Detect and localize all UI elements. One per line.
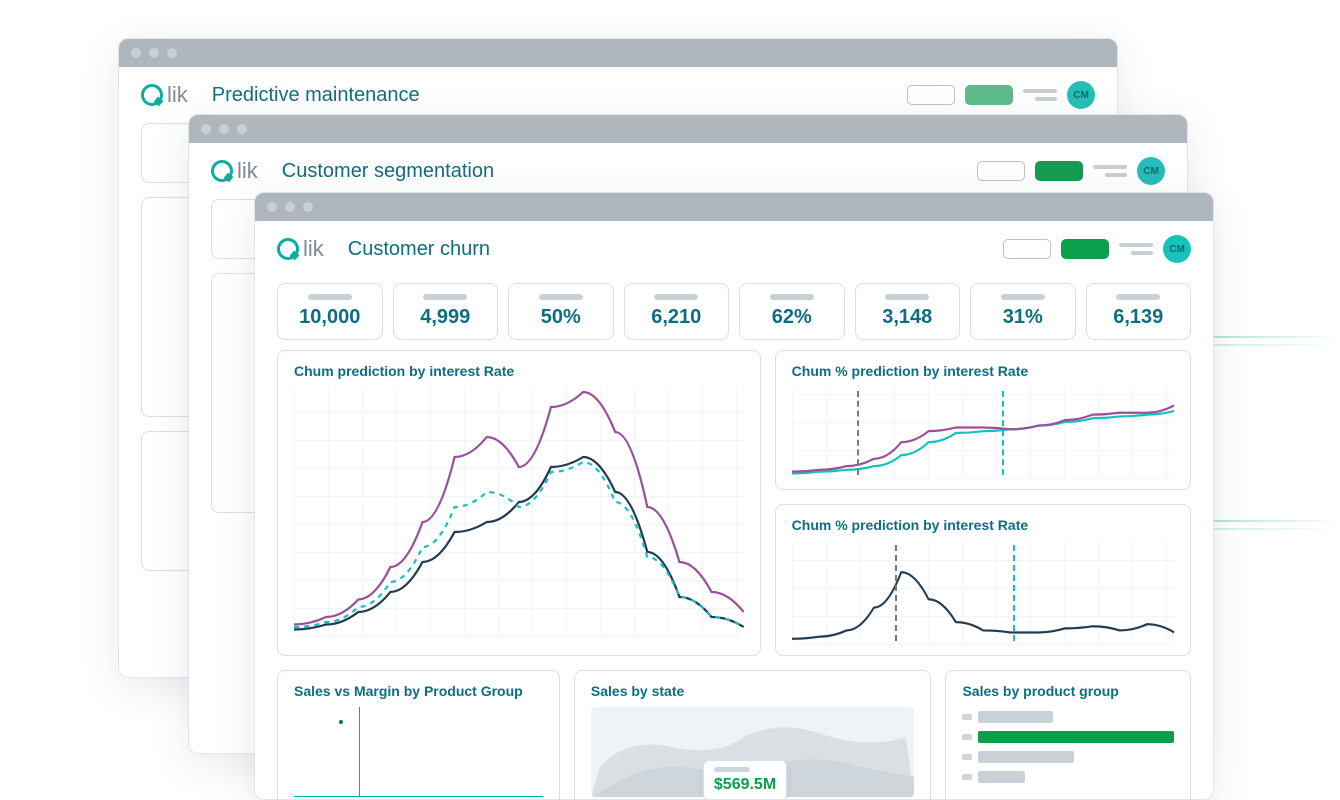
- kpi-value: 31%: [971, 306, 1075, 329]
- bar-row: [962, 771, 1174, 783]
- header-button-primary[interactable]: [1035, 161, 1083, 181]
- panel-sales-by-state[interactable]: Sales by state $569.5M: [574, 670, 932, 800]
- panel-churn-pct-1[interactable]: Chum % prediction by interest Rate: [775, 350, 1191, 490]
- qlik-logo: lik: [277, 236, 324, 262]
- kpi-tile[interactable]: 4,999: [393, 283, 499, 340]
- avatar-initials: CM: [1169, 244, 1185, 255]
- map-tooltip: $569.5M: [703, 760, 787, 800]
- avatar-initials: CM: [1073, 90, 1089, 101]
- bar-row: [962, 731, 1174, 743]
- panel-title: Sales vs Margin by Product Group: [294, 683, 543, 699]
- panel-sales-vs-margin[interactable]: Sales vs Margin by Product Group: [277, 670, 560, 800]
- qlik-logo: lik: [211, 158, 258, 184]
- reference-line: [1002, 391, 1004, 475]
- avatar[interactable]: CM: [1067, 81, 1095, 109]
- header-button-primary[interactable]: [965, 85, 1013, 105]
- kpi-tile[interactable]: 31%: [970, 283, 1076, 340]
- kpi-label-placeholder: [654, 294, 698, 300]
- header-controls: CM: [977, 157, 1165, 185]
- chart-churn-pct-2: [792, 541, 1174, 645]
- header-button-primary[interactable]: [1061, 239, 1109, 259]
- chart-sales-product-group: [962, 707, 1174, 783]
- panel-title: Chum % prediction by interest Rate: [792, 517, 1174, 533]
- traffic-dot-icon: [303, 202, 313, 212]
- kpi-value: 4,999: [394, 306, 498, 329]
- chart-churn-pct-1: [792, 387, 1174, 479]
- header-lines-icon: [1023, 89, 1057, 101]
- kpi-tile[interactable]: 3,148: [855, 283, 961, 340]
- window-titlebar: [189, 115, 1187, 143]
- panel-title: Chum % prediction by interest Rate: [792, 363, 1174, 379]
- page-title: Customer churn: [348, 238, 490, 261]
- bar-row: [962, 751, 1174, 763]
- reference-line: [857, 391, 859, 475]
- traffic-dot-icon: [131, 48, 141, 58]
- header-lines-icon: [1093, 165, 1127, 177]
- traffic-dot-icon: [219, 124, 229, 134]
- avatar[interactable]: CM: [1163, 235, 1191, 263]
- avatar[interactable]: CM: [1137, 157, 1165, 185]
- header-button-outline[interactable]: [977, 161, 1025, 181]
- reference-line: [1013, 545, 1015, 641]
- panel-title: Sales by state: [591, 683, 915, 699]
- kpi-tile[interactable]: 6,139: [1086, 283, 1192, 340]
- q-mark-icon: [211, 160, 233, 182]
- kpi-label-placeholder: [308, 294, 352, 300]
- q-mark-icon: [277, 238, 299, 260]
- kpi-tile[interactable]: 6,210: [624, 283, 730, 340]
- kpi-label-placeholder: [539, 294, 583, 300]
- traffic-dot-icon: [237, 124, 247, 134]
- header-controls: CM: [1003, 235, 1191, 263]
- header-button-outline[interactable]: [907, 85, 955, 105]
- kpi-label-placeholder: [770, 294, 814, 300]
- header-lines-icon: [1119, 243, 1153, 255]
- header-controls: CM: [907, 81, 1095, 109]
- reference-line: [895, 545, 897, 641]
- page-title: Customer segmentation: [282, 160, 494, 183]
- chart-churn-big: [294, 387, 744, 637]
- traffic-dot-icon: [149, 48, 159, 58]
- kpi-tile[interactable]: 10,000: [277, 283, 383, 340]
- panel-title: Sales by product group: [962, 683, 1174, 699]
- window-header: lik Customer segmentation CM: [189, 143, 1187, 199]
- kpi-row: 10,000 4,999 50% 6,210 62% 3,148 31% 6,139: [255, 277, 1213, 350]
- window-titlebar: [255, 193, 1213, 221]
- panel-title: Chum prediction by interest Rate: [294, 363, 744, 379]
- panel-churn-pct-2[interactable]: Chum % prediction by interest Rate: [775, 504, 1191, 656]
- window-customer-churn: lik Customer churn CM 10,000 4,999 50% 6,21…: [254, 192, 1214, 800]
- panel-sales-by-product-group[interactable]: Sales by product group: [945, 670, 1191, 800]
- kpi-value: 50%: [509, 306, 613, 329]
- traffic-dot-icon: [201, 124, 211, 134]
- window-header: lik Customer churn CM: [255, 221, 1213, 277]
- chart-sales-margin: [294, 707, 543, 797]
- kpi-label-placeholder: [1001, 294, 1045, 300]
- page-title: Predictive maintenance: [212, 84, 420, 107]
- kpi-tile[interactable]: 62%: [739, 283, 845, 340]
- kpi-value: 10,000: [278, 306, 382, 329]
- qlik-logo: lik: [141, 82, 188, 108]
- kpi-label-placeholder: [423, 294, 467, 300]
- kpi-value: 3,148: [856, 306, 960, 329]
- kpi-label-placeholder: [1116, 294, 1160, 300]
- traffic-dot-icon: [267, 202, 277, 212]
- q-mark-icon: [141, 84, 163, 106]
- kpi-label-placeholder: [885, 294, 929, 300]
- tooltip-value: $569.5M: [714, 776, 776, 793]
- panel-churn-prediction[interactable]: Chum prediction by interest Rate: [277, 350, 761, 656]
- avatar-initials: CM: [1143, 166, 1159, 177]
- brand-text: lik: [303, 236, 324, 262]
- bar-row: [962, 711, 1174, 723]
- kpi-value: 6,210: [625, 306, 729, 329]
- kpi-value: 62%: [740, 306, 844, 329]
- traffic-dot-icon: [167, 48, 177, 58]
- kpi-tile[interactable]: 50%: [508, 283, 614, 340]
- kpi-value: 6,139: [1087, 306, 1191, 329]
- brand-text: lik: [237, 158, 258, 184]
- header-button-outline[interactable]: [1003, 239, 1051, 259]
- window-titlebar: [119, 39, 1117, 67]
- traffic-dot-icon: [285, 202, 295, 212]
- brand-text: lik: [167, 82, 188, 108]
